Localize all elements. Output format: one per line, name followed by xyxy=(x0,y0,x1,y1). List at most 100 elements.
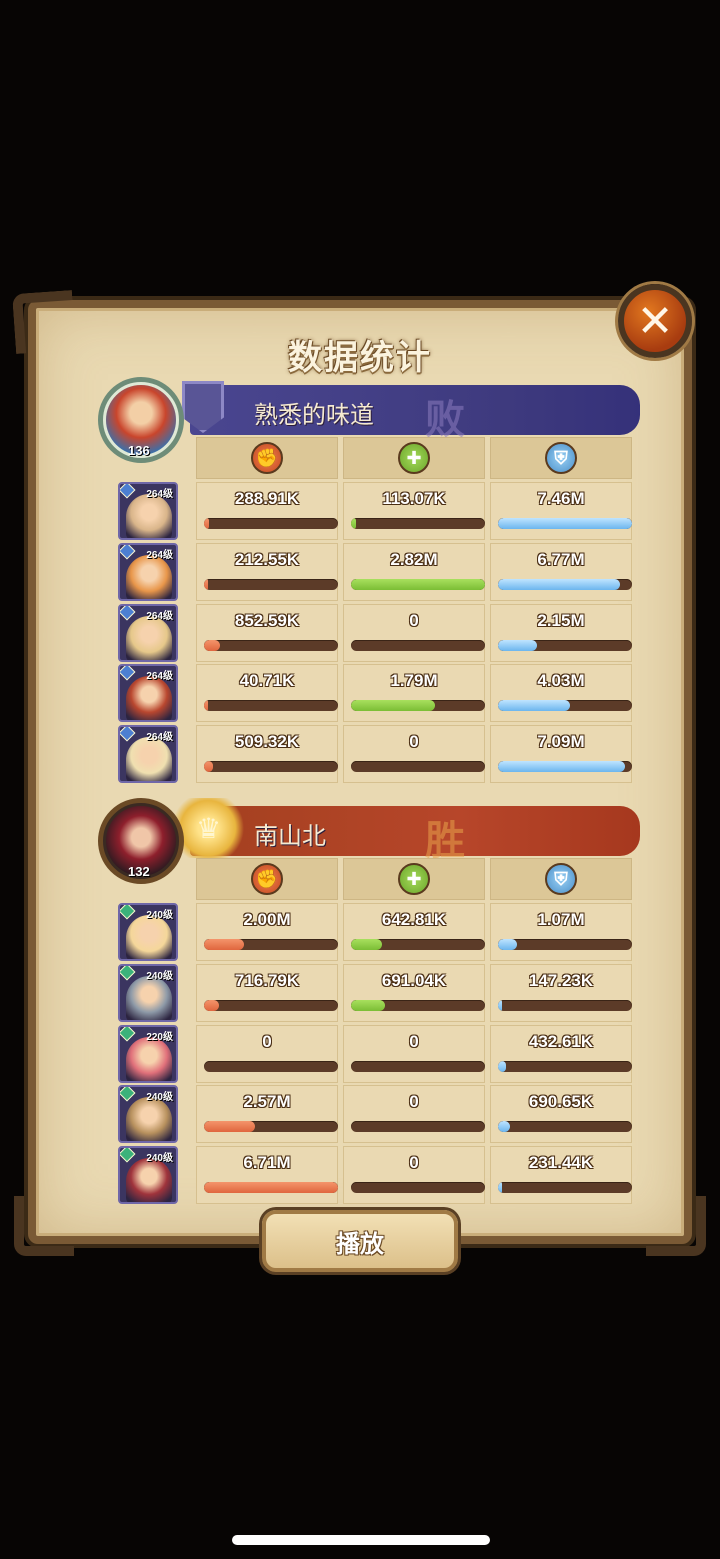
play-button[interactable]: 播放 xyxy=(262,1210,458,1272)
shield-bar-fill xyxy=(498,639,537,651)
hero-art xyxy=(126,737,172,782)
damage-bar-fill xyxy=(204,1182,338,1194)
hero-portrait[interactable]: 220级 xyxy=(118,1024,178,1083)
heal-bar xyxy=(351,1182,485,1194)
stat-header-cell: ✊ xyxy=(196,858,338,900)
heal-bar xyxy=(351,1060,485,1072)
shield-value: 7.46M xyxy=(537,489,585,508)
home-indicator[interactable] xyxy=(232,1535,490,1545)
stat-header-cell: ⛨ xyxy=(490,437,632,479)
heal-bar-fill xyxy=(351,939,382,950)
hero-class-icon xyxy=(120,484,136,499)
hero-art xyxy=(126,676,172,721)
heal-bar-fill xyxy=(351,578,485,590)
shield-value: 7.09M xyxy=(537,732,585,752)
hero-art xyxy=(126,615,172,660)
heal-value: 0 xyxy=(409,1092,419,1112)
damage-bar xyxy=(204,578,338,590)
damage-bar-fill xyxy=(204,939,245,950)
hero-portrait[interactable]: 264级 xyxy=(118,542,178,601)
hero-level: 240级 xyxy=(146,1092,173,1104)
damage-bar-fill xyxy=(204,761,214,773)
hero-art xyxy=(126,915,172,959)
stat-header-cell: ⛨ xyxy=(490,858,632,900)
hero-art xyxy=(126,554,172,599)
hero-art xyxy=(126,975,172,1020)
damage-value: 288.91K xyxy=(234,489,300,508)
heal-bar-fill xyxy=(351,700,436,712)
heal-bar xyxy=(351,999,485,1011)
damage-bar-fill xyxy=(204,1121,255,1133)
shield-bar xyxy=(498,1060,632,1072)
hero-level: 240级 xyxy=(146,970,173,982)
hero-level: 264级 xyxy=(146,671,173,683)
damage-bar xyxy=(204,1060,338,1072)
heal-bar xyxy=(351,639,485,651)
hero-class-icon xyxy=(120,965,136,981)
damage-bar xyxy=(204,1121,338,1133)
damage-icon: ✊ xyxy=(251,863,283,895)
stat-header-cell: ✊ xyxy=(196,437,338,479)
hero-portrait[interactable]: 264级 xyxy=(118,482,178,540)
heal-bar xyxy=(351,761,485,773)
hero-level: 240级 xyxy=(146,1153,173,1165)
shield-bar xyxy=(498,761,632,773)
hero-level: 264级 xyxy=(146,549,173,561)
damage-bar xyxy=(204,1182,338,1194)
hero-class-icon xyxy=(120,1026,136,1042)
shield-bar-fill xyxy=(498,518,632,529)
hero-class-icon xyxy=(120,666,136,681)
close-button[interactable]: ✕ xyxy=(618,284,692,358)
hero-portrait[interactable]: 264级 xyxy=(118,725,178,784)
hero-level: 220级 xyxy=(146,1031,173,1043)
damage-value: 40.71K xyxy=(239,671,295,691)
shield-bar-fill xyxy=(498,1121,511,1133)
heal-bar xyxy=(351,518,485,529)
hero-portrait[interactable]: 264级 xyxy=(118,603,178,662)
damage-value: 0 xyxy=(262,1031,272,1051)
shield-bar-fill xyxy=(498,939,517,950)
close-icon: ✕ xyxy=(636,296,674,346)
shield-value: 4.03M xyxy=(537,671,585,691)
shield-value: 2.15M xyxy=(537,610,585,630)
leader-level: 132 xyxy=(128,864,150,879)
heal-bar xyxy=(351,939,485,950)
shield-bar-fill xyxy=(498,1060,507,1072)
team-name: 南山北 xyxy=(254,823,326,850)
heal-icon: ✚ xyxy=(398,442,430,474)
damage-value: 2.00M xyxy=(243,910,291,929)
panel-corner-ornament xyxy=(14,1196,74,1256)
damage-value: 6.71M xyxy=(243,1153,291,1173)
hero-art xyxy=(126,1036,172,1081)
stat-header-cell: ✚ xyxy=(343,858,485,900)
hero-portrait[interactable]: 240级 xyxy=(118,1146,178,1205)
hero-portrait[interactable]: 240级 xyxy=(118,903,178,961)
damage-value: 509.32K xyxy=(234,732,300,752)
panel-corner-ornament xyxy=(646,1196,706,1256)
damage-bar xyxy=(204,639,338,651)
shield-icon: ⛨ xyxy=(545,442,577,474)
damage-bar-fill xyxy=(204,639,221,651)
hero-portrait[interactable]: 240级 xyxy=(118,1085,178,1144)
shield-bar xyxy=(498,518,632,529)
hero-level: 264级 xyxy=(146,732,173,744)
shield-value: 1.07M xyxy=(537,910,585,929)
damage-value: 2.57M xyxy=(243,1092,291,1112)
hero-art xyxy=(126,494,172,538)
hero-art xyxy=(126,1158,172,1203)
damage-value: 212.55K xyxy=(234,549,300,569)
heal-value: 1.79M xyxy=(390,671,438,691)
shield-value: 6.77M xyxy=(537,549,585,569)
team-name: 熟悉的味道 xyxy=(254,402,374,429)
hero-class-icon xyxy=(120,1087,136,1102)
hero-portrait[interactable]: 264级 xyxy=(118,664,178,723)
shield-bar-fill xyxy=(498,761,626,773)
hero-class-icon xyxy=(120,1148,136,1163)
damage-bar-fill xyxy=(204,518,210,529)
hero-art xyxy=(126,1097,172,1142)
leader-level: 136 xyxy=(128,443,150,458)
shield-bar xyxy=(498,999,632,1011)
hero-class-icon xyxy=(120,727,136,742)
hero-portrait[interactable]: 240级 xyxy=(118,963,178,1022)
hero-level: 240级 xyxy=(146,910,173,921)
